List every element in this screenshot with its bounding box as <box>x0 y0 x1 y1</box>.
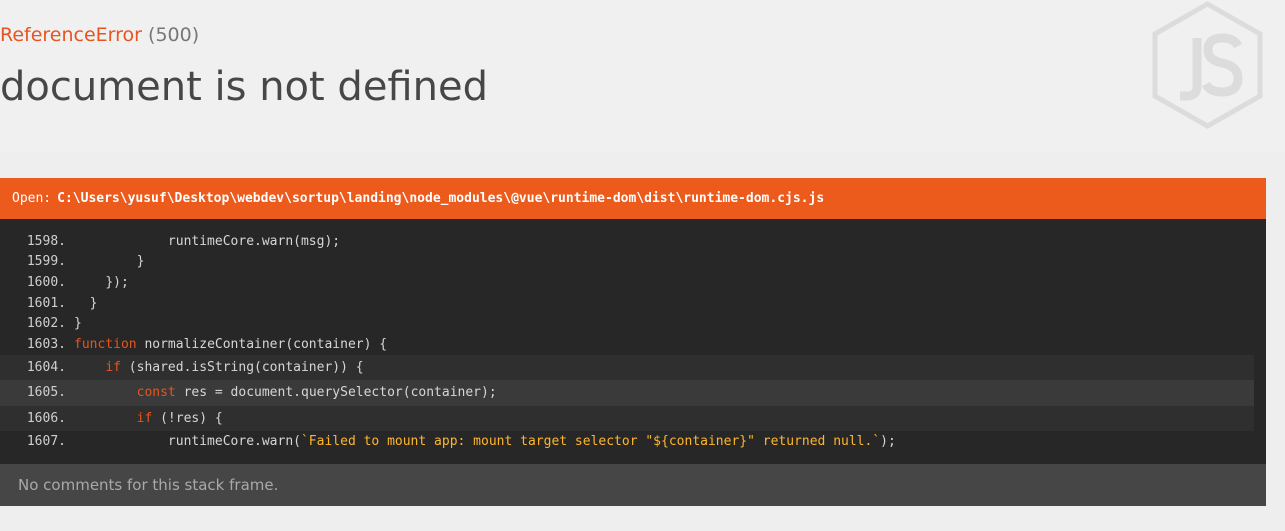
line-source: if (!res) { <box>74 411 1254 426</box>
code-line: 1607. runtimeCore.warn(`Failed to mount … <box>0 431 1254 452</box>
file-path-link[interactable]: C:\Users\yusuf\Desktop\webdev\sortup\lan… <box>57 191 824 206</box>
code-text: runtimeCore.warn(msg); <box>167 233 341 249</box>
line-number: 1604. <box>26 359 66 375</box>
line-source: if (shared.isString(container)) { <box>74 360 1254 375</box>
code-line: 1601. } <box>0 293 1254 314</box>
line-number: 1602. <box>26 316 66 332</box>
code-text: runtimeCore.warn( <box>167 433 301 449</box>
open-label: Open: <box>12 191 52 206</box>
line-source: function normalizeContainer(container) { <box>74 337 1254 352</box>
line-source: runtimeCore.warn(`Failed to mount app: m… <box>74 434 1254 449</box>
line-number: 1603. <box>26 336 66 352</box>
line-source: } <box>74 316 1254 331</box>
line-number: 1606. <box>26 410 66 426</box>
code-text: normalizeContainer(container) { <box>136 336 388 352</box>
open-file-bar[interactable]: Open: C:\Users\yusuf\Desktop\webdev\sort… <box>0 178 1266 219</box>
code-keyword: if <box>105 359 121 375</box>
line-number: 1607. <box>26 433 66 449</box>
code-text: } <box>89 295 98 311</box>
line-source: } <box>74 254 1254 269</box>
stack-frame: Open: C:\Users\yusuf\Desktop\webdev\sort… <box>0 178 1266 506</box>
code-text: ); <box>880 433 896 449</box>
error-header: ReferenceError (500) document is not def… <box>0 0 1285 152</box>
line-number: 1601. <box>26 295 66 311</box>
code-line: 1606. if (!res) { <box>0 405 1254 432</box>
code-text: (shared.isString(container)) { <box>120 359 364 375</box>
line-number: 1605. <box>26 385 66 401</box>
code-line: 1598. runtimeCore.warn(msg); <box>0 231 1254 252</box>
error-status: (500) <box>148 24 200 46</box>
code-keyword: const <box>136 385 176 401</box>
line-source: const res = document.querySelector(conta… <box>74 385 1254 400</box>
line-number: 1599. <box>26 254 66 270</box>
line-source: runtimeCore.warn(msg); <box>74 234 1254 249</box>
nodejs-logo-icon <box>1150 0 1265 134</box>
line-source: } <box>74 296 1254 311</box>
code-text: } <box>74 316 82 332</box>
code-block: 1598. runtimeCore.warn(msg); 1599. } 1600.… <box>0 219 1266 464</box>
code-keyword: if <box>136 410 153 426</box>
error-message: document is not defined <box>0 64 488 110</box>
code-line: 1600. }); <box>0 272 1254 293</box>
error-type-line: ReferenceError (500) <box>0 24 199 46</box>
code-string: `Failed to mount app: mount target selec… <box>300 433 881 449</box>
code-line: 1602.} <box>0 313 1254 334</box>
error-type: ReferenceError <box>0 24 142 46</box>
line-number: 1600. <box>26 274 66 290</box>
comments-footer: No comments for this stack frame. <box>0 463 1266 506</box>
code-line: 1605. const res = document.querySelector… <box>0 380 1254 406</box>
code-text: }); <box>105 274 129 290</box>
code-keyword: function <box>74 336 137 352</box>
line-number: 1598. <box>26 233 66 249</box>
code-text: } <box>136 254 145 270</box>
code-line: 1603. function normalizeContainer(contain… <box>0 334 1254 355</box>
code-text: res = document.querySelector(container); <box>175 385 497 401</box>
code-line: 1599. } <box>0 252 1254 273</box>
code-text: (!res) { <box>152 410 223 426</box>
line-source: }); <box>74 275 1254 290</box>
code-line: 1604. if (shared.isString(container)) { <box>0 354 1254 381</box>
